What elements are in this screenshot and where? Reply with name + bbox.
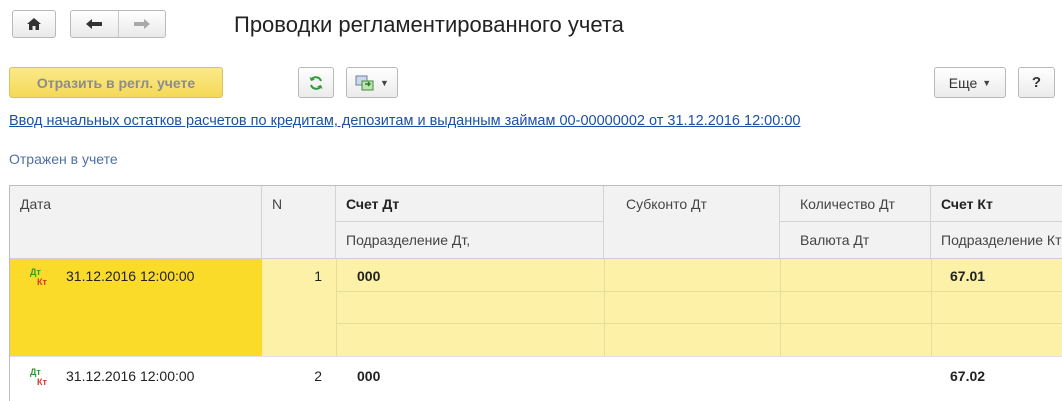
help-button[interactable]: ? [1018, 67, 1055, 98]
column-header-n[interactable]: N [262, 186, 336, 258]
column-header-quantity-dt[interactable]: Количество Дт [780, 186, 931, 222]
row-selected-bg [262, 259, 1062, 356]
date-value: 31.12.2016 12:00:00 [66, 368, 195, 384]
cell-n: 2 [314, 368, 322, 384]
cell-account-kt: 67.02 [950, 368, 986, 384]
home-button[interactable] [12, 10, 56, 38]
arrow-left-icon [86, 19, 103, 29]
column-header-division-kt[interactable]: Подразделение Кт [931, 222, 1062, 258]
history-nav [70, 10, 166, 38]
column-header-subconto-dt[interactable]: Субконто Дт [604, 186, 780, 258]
more-label: Еще [948, 74, 978, 91]
refresh-icon [309, 75, 323, 90]
back-button[interactable] [71, 11, 118, 37]
table-row[interactable]: Дт Кт 31.12.2016 12:00:00 1 000 67.01 [10, 259, 1062, 356]
column-header-account-dt[interactable]: Счет Дт [336, 186, 604, 222]
more-menu-button[interactable]: Еще ▼ [934, 67, 1006, 98]
chevron-down-icon: ▼ [380, 77, 389, 88]
arrow-right-icon [133, 19, 150, 29]
forward-button[interactable] [117, 11, 166, 37]
cell-date: Дт Кт 31.12.2016 12:00:00 [10, 259, 262, 356]
cell-account-dt: 000 [357, 268, 381, 284]
dt-kt-icon: Дт Кт [30, 367, 47, 387]
page-title: Проводки регламентированного учета [234, 12, 624, 37]
column-header-account-kt[interactable]: Счет Кт [931, 186, 1062, 222]
cell-account-dt: 000 [357, 368, 381, 384]
reflect-in-accounting-button[interactable]: Отразить в регл. учете [9, 67, 223, 98]
postings-table: Дата N Счет Дт Подразделение Дт, Субконт… [9, 185, 1062, 401]
date-value: 31.12.2016 12:00:00 [66, 268, 195, 284]
structure-icon [355, 75, 374, 90]
column-header-date[interactable]: Дата [10, 186, 262, 258]
table-row[interactable]: Дт Кт 31.12.2016 12:00:00 2 000 67.02 [10, 357, 1062, 401]
refresh-button[interactable] [298, 67, 334, 98]
chevron-down-icon: ▼ [982, 77, 992, 88]
cell-account-kt: 67.01 [950, 268, 986, 284]
dt-kt-icon: Дт Кт [30, 267, 47, 287]
status-text: Отражен в учете [9, 151, 118, 167]
document-structure-button[interactable]: ▼ [346, 67, 398, 98]
cell-n: 1 [314, 268, 322, 284]
column-header-currency-dt[interactable]: Валюта Дт [780, 222, 931, 258]
document-link[interactable]: Ввод начальных остатков расчетов по кред… [9, 113, 800, 129]
home-icon [27, 18, 41, 30]
column-header-division-dt[interactable]: Подразделение Дт, [336, 222, 604, 258]
